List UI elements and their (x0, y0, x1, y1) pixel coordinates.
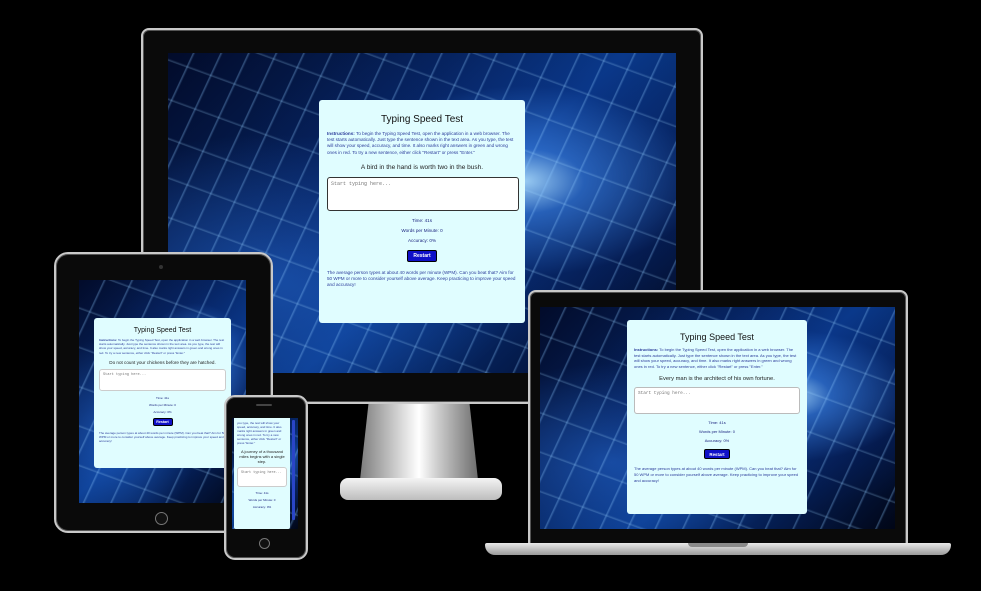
accuracy-display: Accuracy: 0% (252, 505, 272, 509)
tablet-screen: Typing Speed Test Instructions: To begin… (79, 280, 246, 503)
typing-test-card: you type, the test will show your speed,… (234, 418, 290, 529)
phone-screen: you type, the test will show your speed,… (232, 418, 298, 529)
instructions: Instructions: To begin the Typing Speed … (634, 347, 800, 369)
time-display: Time: 41s (255, 491, 269, 495)
laptop-screen: Typing Speed Test Instructions: To begin… (540, 307, 895, 529)
typing-test-card: Typing Speed Test Instructions: To begin… (94, 318, 231, 468)
page-title: Typing Speed Test (380, 114, 464, 125)
wpm-display: Words per Minute: 0 (149, 402, 176, 407)
time-display: Time: 41s (708, 420, 726, 426)
instructions-label: Instructions: (634, 347, 659, 352)
time-display: Time: 41s (155, 395, 170, 400)
test-sentence: Every man is the architect of his own fo… (659, 376, 775, 383)
phone-home-button[interactable] (259, 538, 270, 549)
instructions-text: To begin the Typing Speed Test, open the… (634, 347, 797, 369)
typing-input[interactable] (237, 467, 287, 487)
instructions-text: To begin the Typing Speed Test, open the… (99, 338, 225, 355)
page-title: Typing Speed Test (133, 327, 192, 334)
typing-input[interactable] (327, 176, 519, 211)
footer-note: The average person types at about 40 wor… (327, 269, 516, 288)
instructions-text: To begin the Typing Speed Test, open the… (327, 131, 514, 155)
typing-test-card: Typing Speed Test Instructions: To begin… (627, 320, 807, 514)
time-display: Time: 41s (412, 217, 432, 223)
laptop-notch (688, 543, 748, 547)
phone-speaker (256, 404, 272, 406)
test-sentence: A journey of a thousand miles begins wit… (239, 449, 285, 464)
accuracy-display: Accuracy: 0% (153, 409, 172, 414)
instructions-tail: you type, the test will show your speed,… (237, 421, 282, 445)
restart-button[interactable]: Restart (407, 249, 437, 262)
wpm-display: Words per Minute: 0 (248, 498, 276, 502)
accuracy-display: Accuracy: 0% (704, 438, 730, 444)
test-sentence: A bird in the hand is worth two in the b… (360, 163, 484, 171)
typing-test-card: Typing Speed Test Instructions: To begin… (319, 100, 525, 323)
tablet-home-button[interactable] (155, 512, 168, 525)
tablet-camera (159, 265, 163, 269)
phone-scrollbar[interactable] (292, 420, 295, 520)
instructions: Instructions: To begin the Typing Speed … (327, 131, 517, 156)
typing-input[interactable] (634, 387, 800, 415)
page-title: Typing Speed Test (680, 332, 754, 342)
wpm-display: Words per Minute: 0 (401, 227, 443, 233)
footer-note: The average person types at about 40 wor… (634, 466, 799, 483)
monitor-stand-base (340, 478, 502, 500)
accuracy-display: Accuracy: 0% (407, 237, 437, 243)
instructions: Instructions: To begin the Typing Speed … (99, 338, 226, 355)
test-sentence: Do not count your chickens before they a… (109, 359, 216, 365)
typing-input[interactable] (99, 368, 226, 391)
monitor-stand (360, 395, 478, 480)
restart-button[interactable]: Restart (704, 449, 730, 460)
wpm-display: Words per Minute: 0 (699, 429, 735, 435)
restart-button[interactable]: Restart (152, 417, 173, 426)
instructions-label: Instructions: (327, 131, 355, 136)
footer-note: The average person types at about 40 wor… (99, 430, 226, 444)
